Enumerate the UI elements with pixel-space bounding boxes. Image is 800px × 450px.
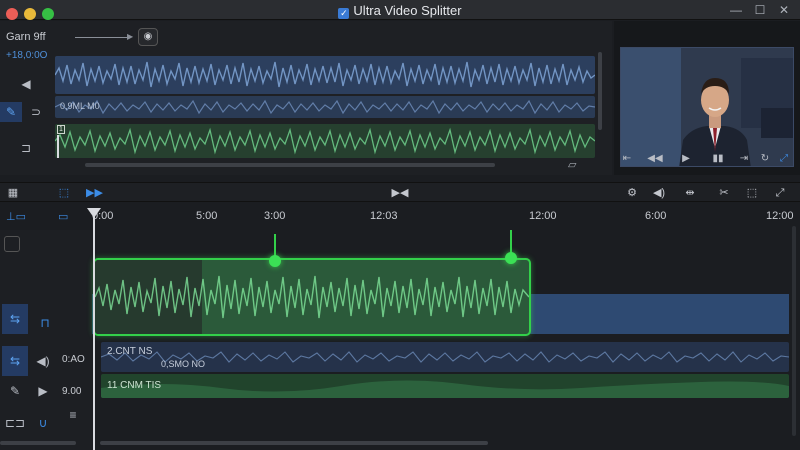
preview-person-image	[621, 48, 793, 166]
ruler-tick: 6:00	[645, 210, 667, 222]
audio-track-1[interactable]: 2.CNT NS 0,SMO NO	[101, 342, 789, 372]
grid-icon[interactable]: ▦	[6, 185, 20, 201]
audio-2-waveform	[101, 380, 789, 398]
ruler-tick: 12:00	[766, 210, 794, 222]
waveform-2	[55, 99, 595, 115]
track-2-label: 0,9ML M0	[60, 101, 100, 111]
trim-icon[interactable]: ⊏⊐	[2, 408, 28, 438]
page-tool-icon[interactable]: ⊐	[14, 138, 38, 158]
audio-1-sublabel: 0,SMO NO	[161, 359, 206, 369]
track-3-marker: 1	[57, 125, 65, 134]
timeline-horizontal-scrollbar[interactable]	[100, 441, 488, 445]
source-vertical-scrollbar[interactable]	[598, 52, 602, 130]
menu-icon[interactable]: ≡	[60, 400, 86, 430]
clip-waveform	[95, 275, 529, 319]
track-play-icon[interactable]: ▶	[30, 376, 56, 406]
audio-track-link-icon[interactable]: ⇆	[2, 346, 28, 376]
audio-2-label: 11 CNM TIS	[107, 380, 162, 391]
document-icon[interactable]: ▱	[568, 158, 582, 172]
video-track-select-icon[interactable]: ⇆	[2, 304, 28, 334]
rewind-icon[interactable]: ◀◀	[642, 152, 668, 166]
split-icon[interactable]: ▶◀	[390, 185, 410, 201]
video-track-lock-icon[interactable]: ⊓	[32, 308, 58, 338]
timeline-toolbar: ▦ ⬚ ▶▶ ▶◀ ⚙ ◀) ⇹ ✂ ⬚ ⤢	[0, 182, 800, 202]
playhead-handle[interactable]	[87, 208, 101, 218]
audio-track-2[interactable]: 11 CNM TIS	[101, 374, 789, 398]
timeline-vertical-scrollbar[interactable]	[792, 226, 796, 436]
play-icon[interactable]: ▶	[678, 152, 694, 166]
source-waveform-track-3[interactable]: 1	[55, 124, 595, 158]
ruler-tick: 12:03	[370, 210, 398, 222]
ruler-tick: 12:00	[529, 210, 557, 222]
title-bar: ✓ Ultra Video Splitter — ☐ ✕	[0, 0, 800, 20]
fast-forward-icon[interactable]: ▶▶	[86, 185, 103, 201]
source-waveform-track-2[interactable]: 0,9ML M0	[55, 96, 595, 118]
close-icon[interactable]: ✕	[776, 2, 792, 18]
split-selection-clip[interactable]	[93, 258, 531, 336]
header-scrollbar[interactable]	[0, 441, 76, 445]
waveform-3	[55, 127, 595, 155]
audio-speaker-icon[interactable]: ◀)	[30, 346, 56, 376]
audio2-volume-label: 9.00	[62, 386, 82, 397]
fullscreen-icon[interactable]: ⤢	[776, 152, 792, 166]
split-marker-start-handle[interactable]	[269, 255, 281, 267]
comment-icon[interactable]: ▭	[58, 210, 68, 223]
source-waveform-track-1[interactable]	[55, 56, 595, 94]
app-title: ✓ Ultra Video Splitter	[0, 3, 800, 19]
loop-icon[interactable]: ↻	[758, 152, 772, 166]
preview-video-frame[interactable]	[620, 47, 794, 167]
source-tools: ◀ ✎ ⊃ ⊐	[0, 62, 52, 162]
cut-icon[interactable]: ✂	[716, 185, 732, 201]
source-horizontal-scrollbar[interactable]	[85, 163, 495, 167]
time-ruler[interactable]: 0:00 5:00 3:00 12:03 12:00 6:00 12:00	[0, 205, 800, 227]
track-headers: ⇆ ⊓ ⇆ ◀) ✎ ▶ ⊏⊐ ∪ ≡	[0, 230, 92, 450]
visibility-toggle-button[interactable]: ◉	[138, 28, 158, 46]
select-range-icon[interactable]: ⬚	[56, 185, 72, 201]
track-checkbox[interactable]	[4, 236, 20, 252]
speaker-icon[interactable]: ◀	[14, 74, 38, 94]
magnet-icon[interactable]: ∪	[30, 408, 56, 438]
playhead-line[interactable]	[93, 214, 95, 450]
go-end-icon[interactable]: ⇥	[736, 152, 752, 166]
ruler-tick: 3:00	[264, 210, 286, 222]
preview-controls: ⇤ ◀◀ ▶ ▮▮ ⇥ ↻ ⤢	[620, 152, 796, 166]
waveform-1	[55, 61, 595, 88]
go-start-icon[interactable]: ⇤	[620, 152, 634, 166]
link-tool-icon[interactable]: ⊃	[24, 102, 48, 122]
minimize-icon[interactable]: —	[728, 2, 744, 18]
maximize-icon[interactable]: ☐	[752, 2, 768, 18]
pause-icon[interactable]: ▮▮	[710, 152, 726, 166]
source-slider-arrow-icon: ▶	[127, 32, 134, 41]
settings-gear-icon[interactable]: ⚙	[624, 185, 640, 201]
source-timecode: +18,0:0O	[6, 50, 48, 61]
source-dropdown-label: Garn 9ff	[6, 31, 46, 43]
ruler-tick: 5:00	[196, 210, 218, 222]
split-marker-end-handle[interactable]	[505, 252, 517, 264]
track-add-icon[interactable]: ⊥▭	[6, 210, 26, 223]
audio-1-label: 2.CNT NS	[107, 346, 153, 357]
source-playhead[interactable]	[57, 135, 59, 158]
edit-pencil-icon[interactable]: ✎	[2, 376, 28, 406]
crop-icon[interactable]: ⬚	[744, 185, 760, 201]
volume-icon[interactable]: ◀)	[651, 185, 667, 201]
expand-icon[interactable]: ⤢	[772, 185, 788, 201]
audio1-volume-label: 0:AO	[62, 354, 85, 365]
source-slider-track[interactable]	[75, 37, 130, 38]
edit-tool-icon[interactable]: ✎	[0, 102, 22, 122]
app-check-icon: ✓	[338, 8, 350, 19]
arrows-icon[interactable]: ⇹	[681, 185, 699, 201]
app-title-text: Ultra Video Splitter	[353, 3, 462, 18]
